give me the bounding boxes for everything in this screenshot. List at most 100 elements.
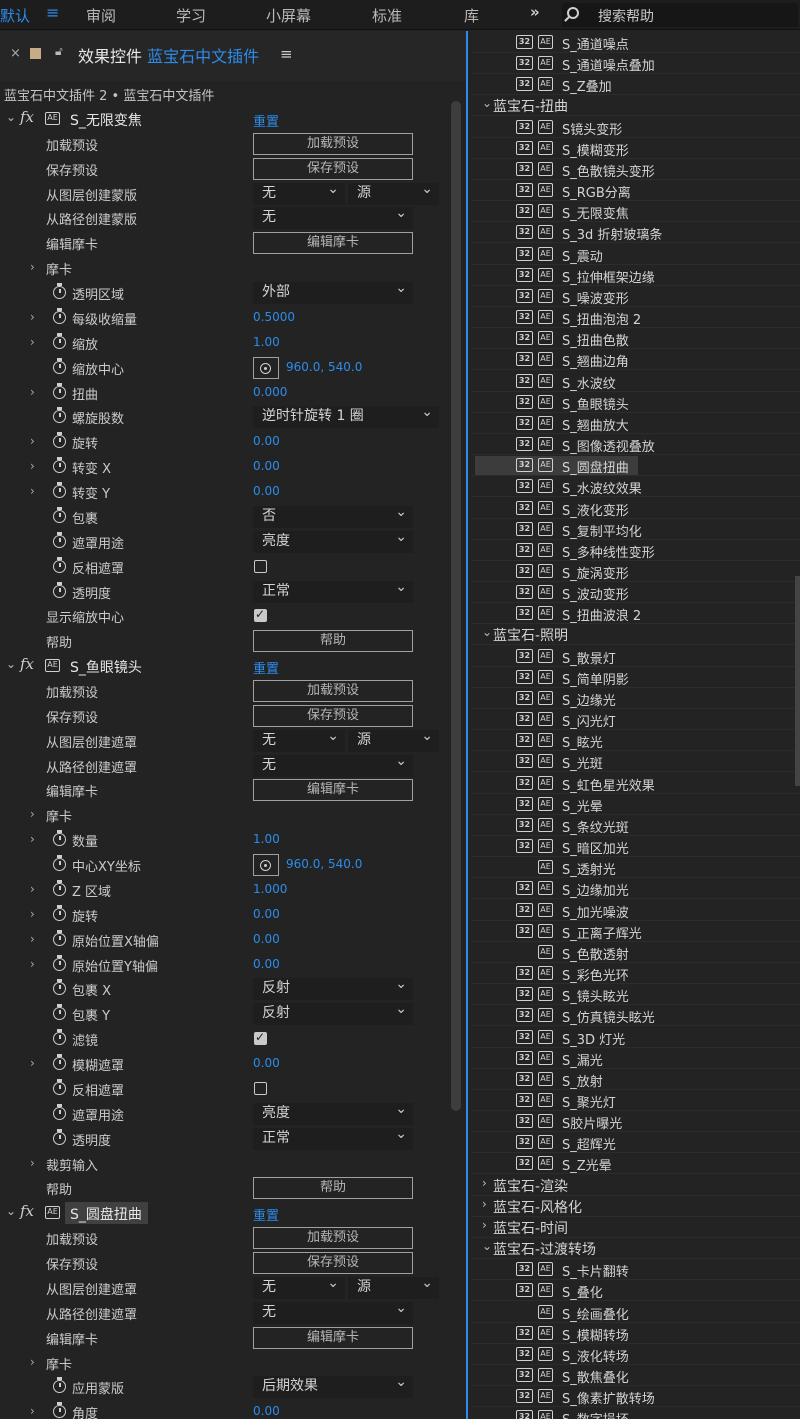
effect-name[interactable]: S_无限变焦 bbox=[70, 110, 142, 130]
chevron-down-icon[interactable]: ⌄ bbox=[482, 96, 492, 110]
stopwatch-icon[interactable] bbox=[53, 308, 66, 324]
stopwatch-icon[interactable] bbox=[53, 855, 66, 871]
effect-category[interactable]: › 蓝宝石-渲染 bbox=[472, 1175, 800, 1196]
property-button[interactable]: 保存预设 bbox=[253, 158, 413, 180]
effect-item[interactable]: 32 AE S_Z叠加 bbox=[472, 74, 800, 95]
stopwatch-icon[interactable] bbox=[53, 532, 66, 548]
chevron-right-icon[interactable]: › bbox=[482, 1197, 487, 1211]
effect-item[interactable]: 32 AE S_3d 折射玻璃条 bbox=[472, 222, 800, 243]
effect-item[interactable]: AE S_色散透射 bbox=[472, 942, 800, 963]
effect-item[interactable]: 32 AE S_色散镜头变形 bbox=[472, 159, 800, 180]
effect-item[interactable]: 32 AE S_彩色光环 bbox=[472, 963, 800, 984]
chevron-right-icon[interactable]: › bbox=[482, 1176, 487, 1190]
effect-item[interactable]: 32 AE S_液化转场 bbox=[472, 1344, 800, 1365]
reset-link[interactable]: 重置 bbox=[253, 111, 279, 130]
effects-scrollbar[interactable] bbox=[795, 576, 800, 786]
stopwatch-icon[interactable] bbox=[53, 1402, 66, 1418]
effect-item[interactable]: 32 AE S_旋涡变形 bbox=[472, 561, 800, 582]
property-dropdown[interactable]: 逆时针旋转 1 圈 bbox=[253, 402, 439, 428]
stopwatch-icon[interactable] bbox=[53, 1129, 66, 1145]
effect-item[interactable]: 32 AE S_卡片翻转 bbox=[472, 1259, 800, 1280]
effect-item[interactable]: 32 AE S_超辉光 bbox=[472, 1132, 800, 1153]
effect-item[interactable]: 32 AE S_复制平均化 bbox=[472, 519, 800, 540]
property-value[interactable]: 0.000 bbox=[253, 385, 287, 399]
effect-item[interactable]: 32 AE S_简单阴影 bbox=[472, 667, 800, 688]
property-button[interactable]: 编辑摩卡 bbox=[253, 779, 413, 801]
effect-item[interactable]: 32 AE S_像素扩散转场 bbox=[472, 1386, 800, 1407]
property-checkbox[interactable] bbox=[254, 1082, 267, 1095]
stopwatch-icon[interactable] bbox=[53, 830, 66, 846]
effect-category[interactable]: ⌄ 蓝宝石-扭曲 bbox=[472, 95, 800, 116]
property-dropdown[interactable]: 否 bbox=[253, 502, 413, 528]
layer-dropdown[interactable]: 无 bbox=[253, 726, 345, 752]
effect-item[interactable]: 32 AE S_加光噪波 bbox=[472, 900, 800, 921]
effect-item[interactable]: 32 AE S_液化变形 bbox=[472, 498, 800, 519]
property-button[interactable]: 帮助 bbox=[253, 630, 413, 652]
property-dropdown[interactable]: 无 bbox=[253, 751, 413, 777]
effect-name[interactable]: S_圆盘扭曲 bbox=[70, 1204, 142, 1224]
workspace-tab-small-screen[interactable]: 小屏幕 bbox=[266, 5, 311, 26]
workspace-tab-library[interactable]: 库 bbox=[464, 5, 479, 26]
fx-icon[interactable]: fx bbox=[20, 108, 34, 126]
effect-item[interactable]: 32 AE S_模糊变形 bbox=[472, 138, 800, 159]
expand-arrow-icon[interactable]: › bbox=[30, 957, 35, 971]
effect-item[interactable]: 32 AE S_漏光 bbox=[472, 1048, 800, 1069]
expand-arrow-icon[interactable]: › bbox=[30, 484, 35, 498]
property-checkbox[interactable] bbox=[254, 607, 267, 622]
effect-item[interactable]: 32 AE S_镜头眩光 bbox=[472, 984, 800, 1005]
stopwatch-icon[interactable] bbox=[53, 507, 66, 523]
expand-chevron-icon[interactable]: ⌄ bbox=[6, 1204, 16, 1218]
property-button[interactable]: 加载预设 bbox=[253, 1227, 413, 1249]
effect-item[interactable]: 32 AE S_震动 bbox=[472, 244, 800, 265]
property-button[interactable]: 加载预设 bbox=[253, 680, 413, 702]
property-value[interactable]: 0.00 bbox=[253, 484, 280, 498]
effect-category[interactable]: ⌄ 蓝宝石-照明 bbox=[472, 624, 800, 645]
property-dropdown[interactable]: 亮度 bbox=[253, 527, 413, 553]
effect-item[interactable]: 32 AE S_仿真镜头眩光 bbox=[472, 1005, 800, 1026]
effect-item[interactable]: 32 AE S_正离子辉光 bbox=[472, 921, 800, 942]
expand-arrow-icon[interactable]: › bbox=[30, 1056, 35, 1070]
property-button[interactable]: 保存预设 bbox=[253, 1252, 413, 1274]
expand-arrow-icon[interactable]: › bbox=[30, 1404, 35, 1418]
property-button[interactable]: 编辑摩卡 bbox=[253, 1327, 413, 1349]
expand-arrow-icon[interactable]: › bbox=[30, 1355, 35, 1369]
chevron-down-icon[interactable]: ⌄ bbox=[482, 625, 492, 639]
property-value[interactable]: 1.000 bbox=[253, 882, 287, 896]
search-help-field[interactable]: 搜索帮助 bbox=[562, 3, 798, 27]
expand-arrow-icon[interactable]: › bbox=[30, 907, 35, 921]
effect-category[interactable]: › 蓝宝石-风格化 bbox=[472, 1196, 800, 1217]
effect-item[interactable]: 32 AE S_散焦叠化 bbox=[472, 1365, 800, 1386]
stopwatch-icon[interactable] bbox=[53, 1377, 66, 1393]
reset-link[interactable]: 重置 bbox=[253, 1205, 279, 1224]
property-button[interactable]: 加载预设 bbox=[253, 133, 413, 155]
expand-arrow-icon[interactable]: › bbox=[30, 882, 35, 896]
effect-item[interactable]: 32 AE S_扭曲泡泡 2 bbox=[472, 307, 800, 328]
stopwatch-icon[interactable] bbox=[53, 930, 66, 946]
stopwatch-icon[interactable] bbox=[53, 432, 66, 448]
effect-item[interactable]: 32 AE S_放射 bbox=[472, 1069, 800, 1090]
stopwatch-icon[interactable] bbox=[53, 1054, 66, 1070]
expand-arrow-icon[interactable]: › bbox=[30, 310, 35, 324]
layer-dropdown[interactable]: 无 bbox=[253, 179, 345, 205]
effect-item[interactable]: 32 AE S_虹色星光效果 bbox=[472, 773, 800, 794]
effect-item[interactable]: 32 AE S_聚光灯 bbox=[472, 1090, 800, 1111]
chevron-right-icon[interactable]: › bbox=[482, 1218, 487, 1232]
property-button[interactable]: 帮助 bbox=[253, 1177, 413, 1199]
effect-item[interactable]: 32 AE S_RGB分离 bbox=[472, 180, 800, 201]
property-dropdown[interactable]: 后期效果 bbox=[253, 1372, 413, 1398]
effect-item[interactable]: 32 AE S_Z光晕 bbox=[472, 1153, 800, 1174]
point-value[interactable]: 960.0, 540.0 bbox=[286, 857, 362, 871]
effect-item[interactable]: 32 AE S_鱼眼镜头 bbox=[472, 392, 800, 413]
effect-category[interactable]: ⌄ 蓝宝石-过渡转场 bbox=[472, 1238, 800, 1259]
effect-item[interactable]: 32 AE S_通道噪点叠加 bbox=[472, 53, 800, 74]
property-dropdown[interactable]: 正常 bbox=[253, 577, 413, 603]
stopwatch-icon[interactable] bbox=[53, 905, 66, 921]
expand-arrow-icon[interactable]: › bbox=[30, 335, 35, 349]
property-value[interactable]: 0.00 bbox=[253, 907, 280, 921]
effect-item[interactable]: 32 AE S_拉伸框架边缘 bbox=[472, 265, 800, 286]
stopwatch-icon[interactable] bbox=[53, 557, 66, 573]
source-dropdown[interactable]: 源 bbox=[348, 1273, 439, 1299]
expand-arrow-icon[interactable]: › bbox=[30, 260, 35, 274]
expand-arrow-icon[interactable]: › bbox=[30, 385, 35, 399]
effect-item[interactable]: 32 AE S_闪光灯 bbox=[472, 709, 800, 730]
